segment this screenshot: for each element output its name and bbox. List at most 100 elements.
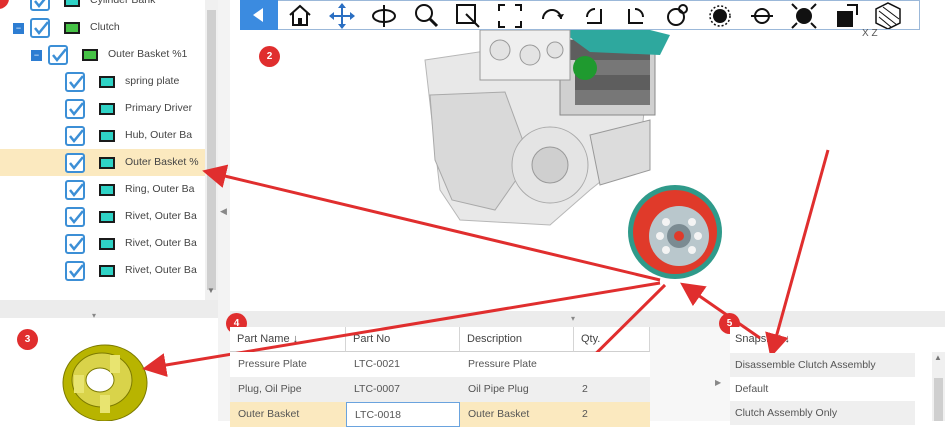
visibility-checkbox[interactable] <box>65 261 85 281</box>
snapshot-item[interactable]: Clutch Assembly Only <box>730 401 915 425</box>
snapshot-scrollbar-thumb[interactable] <box>934 378 943 421</box>
part-icon <box>99 103 115 115</box>
assembly-icon <box>82 49 98 61</box>
fit-all-button[interactable] <box>495 1 525 28</box>
explode-icon <box>791 3 817 29</box>
tree-item-label: Outer Basket % <box>125 156 199 168</box>
part-preview <box>40 335 160 422</box>
tree-item[interactable]: Rivet, Outer Ba <box>0 230 205 257</box>
rotate-left-button[interactable] <box>579 1 609 27</box>
collapse-toggle-icon[interactable]: − <box>31 50 42 61</box>
rotate-axis-button[interactable] <box>537 1 567 27</box>
tree-item[interactable]: − Clutch <box>0 14 205 41</box>
cell-qty <box>574 352 650 377</box>
snapshot-item[interactable]: Disassemble Clutch Assembly <box>730 353 915 377</box>
section-button[interactable] <box>705 1 735 27</box>
cell-qty: 2 <box>582 383 588 395</box>
fit-all-icon <box>498 4 522 28</box>
tree-item-label: Clutch <box>90 21 120 33</box>
tree-item[interactable]: Outer Basket % <box>0 149 205 176</box>
rotate-icon <box>372 5 396 27</box>
visibility-checkbox[interactable] <box>65 180 85 200</box>
column-header-description[interactable]: Description <box>460 327 574 352</box>
visibility-checkbox[interactable] <box>65 234 85 254</box>
section-icon <box>709 5 731 27</box>
column-header-part-no[interactable]: Part No <box>346 327 460 352</box>
tree-item[interactable]: Rivet, Outer Ba <box>0 257 205 284</box>
flip-icon <box>751 8 773 24</box>
visibility-checkbox[interactable] <box>65 207 85 227</box>
collapse-toggle-icon[interactable]: − <box>13 23 24 34</box>
part-icon <box>99 238 115 250</box>
clip-button[interactable] <box>831 1 861 27</box>
shaded-icon <box>875 2 901 30</box>
snapshot-item[interactable]: Default <box>730 377 915 401</box>
cell-part-no: LTC-0007 <box>354 383 400 395</box>
pan-button[interactable] <box>327 1 357 29</box>
tree-item[interactable]: Hub, Outer Ba <box>0 122 205 149</box>
visibility-checkbox[interactable] <box>48 45 68 65</box>
visibility-checkbox[interactable] <box>65 99 85 119</box>
part-icon <box>64 0 80 7</box>
table-row[interactable]: Outer Basket LTC-0018 Outer Basket 2 <box>230 402 650 427</box>
cell-description: Oil Pipe Plug <box>468 383 529 395</box>
snapshot-header[interactable]: Snapshot ↓ <box>730 327 935 352</box>
left-horizontal-splitter[interactable] <box>0 300 218 318</box>
cell-name: Outer Basket <box>238 408 300 420</box>
zoom-icon <box>415 4 439 28</box>
zoom-window-button[interactable] <box>453 1 483 28</box>
rotate-right-icon <box>628 8 644 24</box>
visibility-checkbox[interactable] <box>65 153 85 173</box>
rotate-button[interactable] <box>369 1 399 27</box>
clutch-assembly-model[interactable] <box>628 185 722 279</box>
tree-scrollbar-thumb[interactable] <box>207 10 216 290</box>
rotate-free-icon <box>667 4 688 26</box>
tree-item[interactable]: Cylinder Bank <box>0 0 205 14</box>
column-header-qty[interactable]: Qty. <box>574 327 650 352</box>
assembly-icon <box>64 22 80 34</box>
collapse-right-icon[interactable]: ▶ <box>715 378 723 388</box>
tree-item-label: Rivet, Outer Ba <box>125 237 197 249</box>
flip-button[interactable] <box>747 1 777 27</box>
grid-snapshot-splitter[interactable] <box>650 327 730 421</box>
rotate-right-button[interactable] <box>621 1 651 27</box>
toolbar-collapse-button[interactable] <box>240 0 278 30</box>
visibility-checkbox[interactable] <box>65 126 85 146</box>
annotation-badge-3: 3 <box>17 329 38 350</box>
cell-description: Pressure Plate <box>468 358 537 370</box>
bottom-horizontal-splitter[interactable] <box>230 311 945 327</box>
cell-qty: 2 <box>582 408 588 420</box>
visibility-checkbox[interactable] <box>30 18 50 38</box>
tree-item[interactable]: Ring, Outer Ba <box>0 176 205 203</box>
tree-item[interactable]: Rivet, Outer Ba <box>0 203 205 230</box>
zoom-window-icon <box>456 4 480 28</box>
column-header-part-name[interactable]: Part Name ↓ <box>230 327 346 352</box>
table-row[interactable]: Pressure Plate LTC-0021 Pressure Plate <box>230 352 650 377</box>
home-button[interactable] <box>285 1 315 27</box>
tree-item[interactable]: spring plate <box>0 68 205 95</box>
model-tree: Cylinder Bank − Clutch − Outer Basket %1 spri… <box>0 0 205 300</box>
explode-button[interactable] <box>789 1 819 29</box>
collapse-down-icon[interactable]: ▾ <box>92 312 102 320</box>
rotate-left-icon <box>586 8 602 24</box>
cell-part-no: LTC-0021 <box>354 358 400 370</box>
tree-item[interactable]: − Outer Basket %1 <box>0 41 205 68</box>
scroll-down-arrow-icon[interactable]: ▼ <box>206 286 216 296</box>
cell-part-no: LTC-0018 <box>346 402 460 427</box>
collapse-down-icon-2[interactable]: ▾ <box>571 314 581 324</box>
toolbar-buttons <box>285 0 925 30</box>
zoom-button[interactable] <box>411 1 441 28</box>
3d-viewport[interactable] <box>230 0 945 311</box>
table-row[interactable]: Plug, Oil Pipe LTC-0007 Oil Pipe Plug 2 <box>230 377 650 402</box>
scroll-up-arrow-icon[interactable]: ▲ <box>934 353 942 362</box>
collapse-left-icon[interactable]: ◀ <box>220 206 228 216</box>
visibility-checkbox[interactable] <box>65 72 85 92</box>
clip-icon <box>837 4 858 27</box>
cell-name: Plug, Oil Pipe <box>238 383 302 395</box>
shaded-button[interactable] <box>873 1 903 30</box>
pan-icon <box>329 3 355 29</box>
visibility-checkbox[interactable] <box>30 0 50 11</box>
axis-label: X Z <box>862 28 878 39</box>
rotate-free-button[interactable] <box>663 1 693 27</box>
tree-item[interactable]: Primary Driver <box>0 95 205 122</box>
